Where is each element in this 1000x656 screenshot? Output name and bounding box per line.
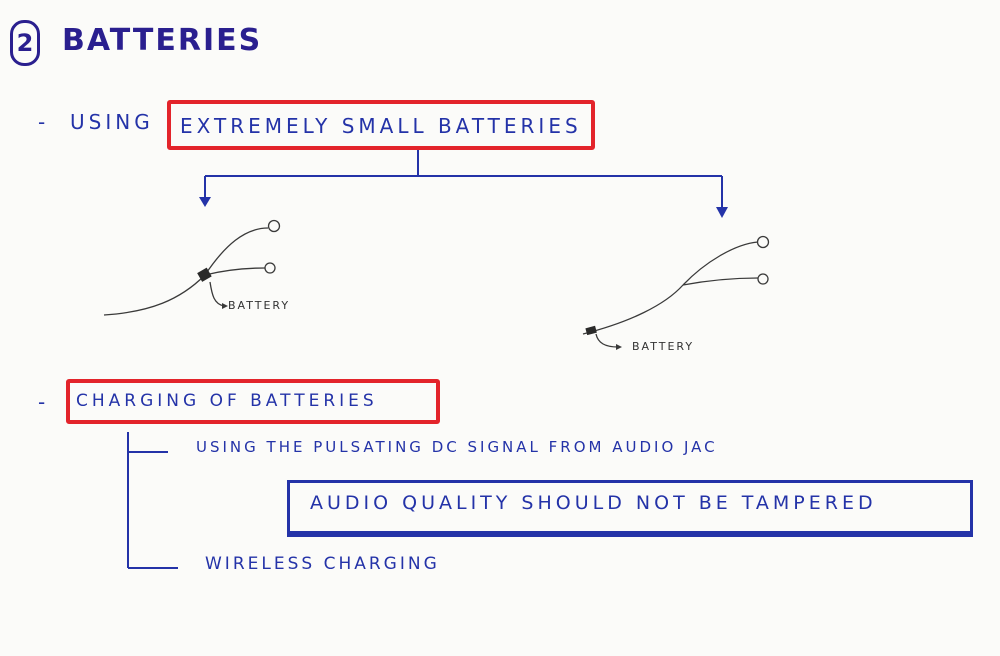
right-battery-label: BATTERY (632, 340, 695, 353)
right-arrow-head (716, 207, 728, 218)
right-earphone-sketch (582, 235, 770, 348)
diagram-svg (103, 150, 770, 569)
right-battery-mark (585, 325, 597, 336)
wireless-charging-label: WIRELESS CHARGING (205, 554, 440, 574)
left-battery-label: BATTERY (228, 299, 291, 312)
audio-quality-note: AUDIO QUALITY SHOULD NOT BE TAMPERED (310, 492, 877, 514)
pulsating-dc-label: USING THE PULSATING DC SIGNAL FROM AUDIO… (196, 438, 718, 456)
right-label-arrow (616, 344, 622, 350)
charging-tree-lines (127, 432, 178, 569)
branch-connector (204, 150, 723, 213)
left-arrow-head (199, 197, 211, 207)
charging-label: CHARGING OF BATTERIES (76, 391, 378, 411)
bullet-dash-2: - (38, 390, 50, 414)
